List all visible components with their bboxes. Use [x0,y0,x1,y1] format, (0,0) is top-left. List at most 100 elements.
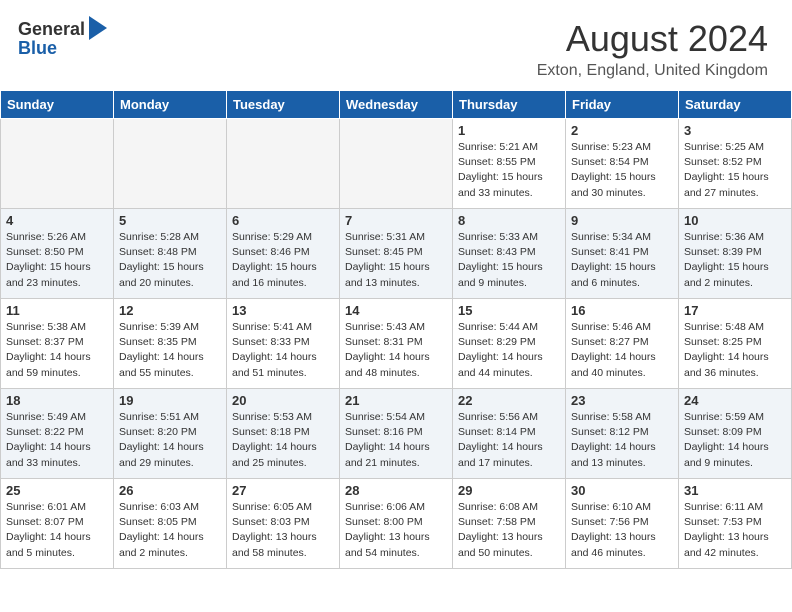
day-number: 29 [458,483,560,498]
cell-info: Sunrise: 5:44 AMSunset: 8:29 PMDaylight:… [458,320,560,381]
cell-info: Sunrise: 5:53 AMSunset: 8:18 PMDaylight:… [232,410,334,471]
location-subtitle: Exton, England, United Kingdom [537,62,768,80]
calendar-cell: 21 Sunrise: 5:54 AMSunset: 8:16 PMDayligh… [340,389,453,479]
calendar-week-row: 11Sunrise: 5:38 AMSunset: 8:37 PMDayligh… [1,299,792,389]
cell-info: Sunrise: 5:39 AMSunset: 8:35 PMDaylight:… [119,320,221,381]
day-number: 23 [571,393,673,408]
calendar-cell [340,119,453,209]
calendar-cell: 28 Sunrise: 6:06 AMSunset: 8:00 PMDayligh… [340,479,453,569]
cell-info: Sunrise: 5:51 AMSunset: 8:20 PMDaylight:… [119,410,221,471]
calendar-week-row: 1 Sunrise: 5:21 AMSunset: 8:55 PMDaylight… [1,119,792,209]
calendar-cell: 2 Sunrise: 5:23 AMSunset: 8:54 PMDaylight… [566,119,679,209]
day-number: 24 [684,393,786,408]
cell-info: Sunrise: 5:59 AMSunset: 8:09 PMDaylight:… [684,410,786,471]
logo: General Blue [18,18,107,59]
day-number: 18 [6,393,108,408]
cell-info: Sunrise: 5:33 AMSunset: 8:43 PMDaylight:… [458,230,560,291]
cell-info: Sunrise: 5:58 AMSunset: 8:12 PMDaylight:… [571,410,673,471]
calendar-cell: 19 Sunrise: 5:51 AMSunset: 8:20 PMDayligh… [114,389,227,479]
page-header: General Blue August 2024 Exton, England,… [0,0,792,90]
cell-info: Sunrise: 6:08 AMSunset: 7:58 PMDaylight:… [458,500,560,561]
calendar-cell: 15Sunrise: 5:44 AMSunset: 8:29 PMDayligh… [453,299,566,389]
day-number: 16 [571,303,673,318]
day-number: 5 [119,213,221,228]
calendar-cell [1,119,114,209]
logo-blue-text: Blue [18,38,57,59]
calendar-cell: 5 Sunrise: 5:28 AMSunset: 8:48 PMDaylight… [114,209,227,299]
cell-info: Sunrise: 5:56 AMSunset: 8:14 PMDaylight:… [458,410,560,471]
calendar-week-row: 25 Sunrise: 6:01 AMSunset: 8:07 PMDayligh… [1,479,792,569]
calendar-cell: 7 Sunrise: 5:31 AMSunset: 8:45 PMDaylight… [340,209,453,299]
logo-general-text: General [18,19,85,40]
calendar-week-row: 4Sunrise: 5:26 AMSunset: 8:50 PMDaylight… [1,209,792,299]
calendar-cell: 18 Sunrise: 5:49 AMSunset: 8:22 PMDayligh… [1,389,114,479]
day-number: 4 [6,213,108,228]
calendar-cell: 8 Sunrise: 5:33 AMSunset: 8:43 PMDaylight… [453,209,566,299]
day-number: 8 [458,213,560,228]
day-number: 19 [119,393,221,408]
calendar-cell: 27Sunrise: 6:05 AMSunset: 8:03 PMDayligh… [227,479,340,569]
day-number: 14 [345,303,447,318]
day-number: 1 [458,123,560,138]
day-number: 28 [345,483,447,498]
day-number: 6 [232,213,334,228]
day-number: 10 [684,213,786,228]
day-number: 9 [571,213,673,228]
calendar-cell: 13Sunrise: 5:41 AMSunset: 8:33 PMDayligh… [227,299,340,389]
day-number: 25 [6,483,108,498]
calendar-week-row: 18 Sunrise: 5:49 AMSunset: 8:22 PMDayligh… [1,389,792,479]
day-number: 27 [232,483,334,498]
cell-info: Sunrise: 5:21 AMSunset: 8:55 PMDaylight:… [458,140,560,201]
day-number: 26 [119,483,221,498]
cell-info: Sunrise: 5:29 AMSunset: 8:46 PMDaylight:… [232,230,334,291]
cell-info: Sunrise: 5:54 AMSunset: 8:16 PMDaylight:… [345,410,447,471]
calendar-cell: 6 Sunrise: 5:29 AMSunset: 8:46 PMDaylight… [227,209,340,299]
day-number: 12 [119,303,221,318]
cell-info: Sunrise: 5:49 AMSunset: 8:22 PMDaylight:… [6,410,108,471]
calendar-cell: 22 Sunrise: 5:56 AMSunset: 8:14 PMDayligh… [453,389,566,479]
weekday-header-friday: Friday [566,91,679,119]
weekday-header-monday: Monday [114,91,227,119]
day-number: 30 [571,483,673,498]
cell-info: Sunrise: 5:28 AMSunset: 8:48 PMDaylight:… [119,230,221,291]
calendar-cell: 31Sunrise: 6:11 AMSunset: 7:53 PMDayligh… [679,479,792,569]
weekday-header-row: SundayMondayTuesdayWednesdayThursdayFrid… [1,91,792,119]
cell-info: Sunrise: 5:23 AMSunset: 8:54 PMDaylight:… [571,140,673,201]
cell-info: Sunrise: 5:25 AMSunset: 8:52 PMDaylight:… [684,140,786,201]
cell-info: Sunrise: 5:36 AMSunset: 8:39 PMDaylight:… [684,230,786,291]
cell-info: Sunrise: 6:06 AMSunset: 8:00 PMDaylight:… [345,500,447,561]
weekday-header-wednesday: Wednesday [340,91,453,119]
calendar-cell [227,119,340,209]
calendar-cell: 24 Sunrise: 5:59 AMSunset: 8:09 PMDayligh… [679,389,792,479]
calendar-cell: 11Sunrise: 5:38 AMSunset: 8:37 PMDayligh… [1,299,114,389]
day-number: 2 [571,123,673,138]
calendar-table: SundayMondayTuesdayWednesdayThursdayFrid… [0,90,792,569]
weekday-header-thursday: Thursday [453,91,566,119]
cell-info: Sunrise: 5:41 AMSunset: 8:33 PMDaylight:… [232,320,334,381]
title-section: August 2024 Exton, England, United Kingd… [537,18,768,80]
calendar-cell: 29 Sunrise: 6:08 AMSunset: 7:58 PMDayligh… [453,479,566,569]
cell-info: Sunrise: 5:46 AMSunset: 8:27 PMDaylight:… [571,320,673,381]
cell-info: Sunrise: 5:31 AMSunset: 8:45 PMDaylight:… [345,230,447,291]
cell-info: Sunrise: 5:34 AMSunset: 8:41 PMDaylight:… [571,230,673,291]
day-number: 22 [458,393,560,408]
logo-arrow-icon [89,16,107,40]
cell-info: Sunrise: 6:10 AMSunset: 7:56 PMDaylight:… [571,500,673,561]
calendar-cell: 23 Sunrise: 5:58 AMSunset: 8:12 PMDayligh… [566,389,679,479]
calendar-cell: 10 Sunrise: 5:36 AMSunset: 8:39 PMDayligh… [679,209,792,299]
calendar-cell: 30 Sunrise: 6:10 AMSunset: 7:56 PMDayligh… [566,479,679,569]
weekday-header-saturday: Saturday [679,91,792,119]
day-number: 3 [684,123,786,138]
month-year-title: August 2024 [537,18,768,60]
calendar-cell: 3 Sunrise: 5:25 AMSunset: 8:52 PMDaylight… [679,119,792,209]
calendar-cell: 4Sunrise: 5:26 AMSunset: 8:50 PMDaylight… [1,209,114,299]
cell-info: Sunrise: 6:03 AMSunset: 8:05 PMDaylight:… [119,500,221,561]
calendar-cell [114,119,227,209]
calendar-cell: 20Sunrise: 5:53 AMSunset: 8:18 PMDayligh… [227,389,340,479]
day-number: 21 [345,393,447,408]
cell-info: Sunrise: 6:01 AMSunset: 8:07 PMDaylight:… [6,500,108,561]
day-number: 7 [345,213,447,228]
calendar-cell: 16 Sunrise: 5:46 AMSunset: 8:27 PMDayligh… [566,299,679,389]
calendar-cell: 17Sunrise: 5:48 AMSunset: 8:25 PMDayligh… [679,299,792,389]
weekday-header-sunday: Sunday [1,91,114,119]
